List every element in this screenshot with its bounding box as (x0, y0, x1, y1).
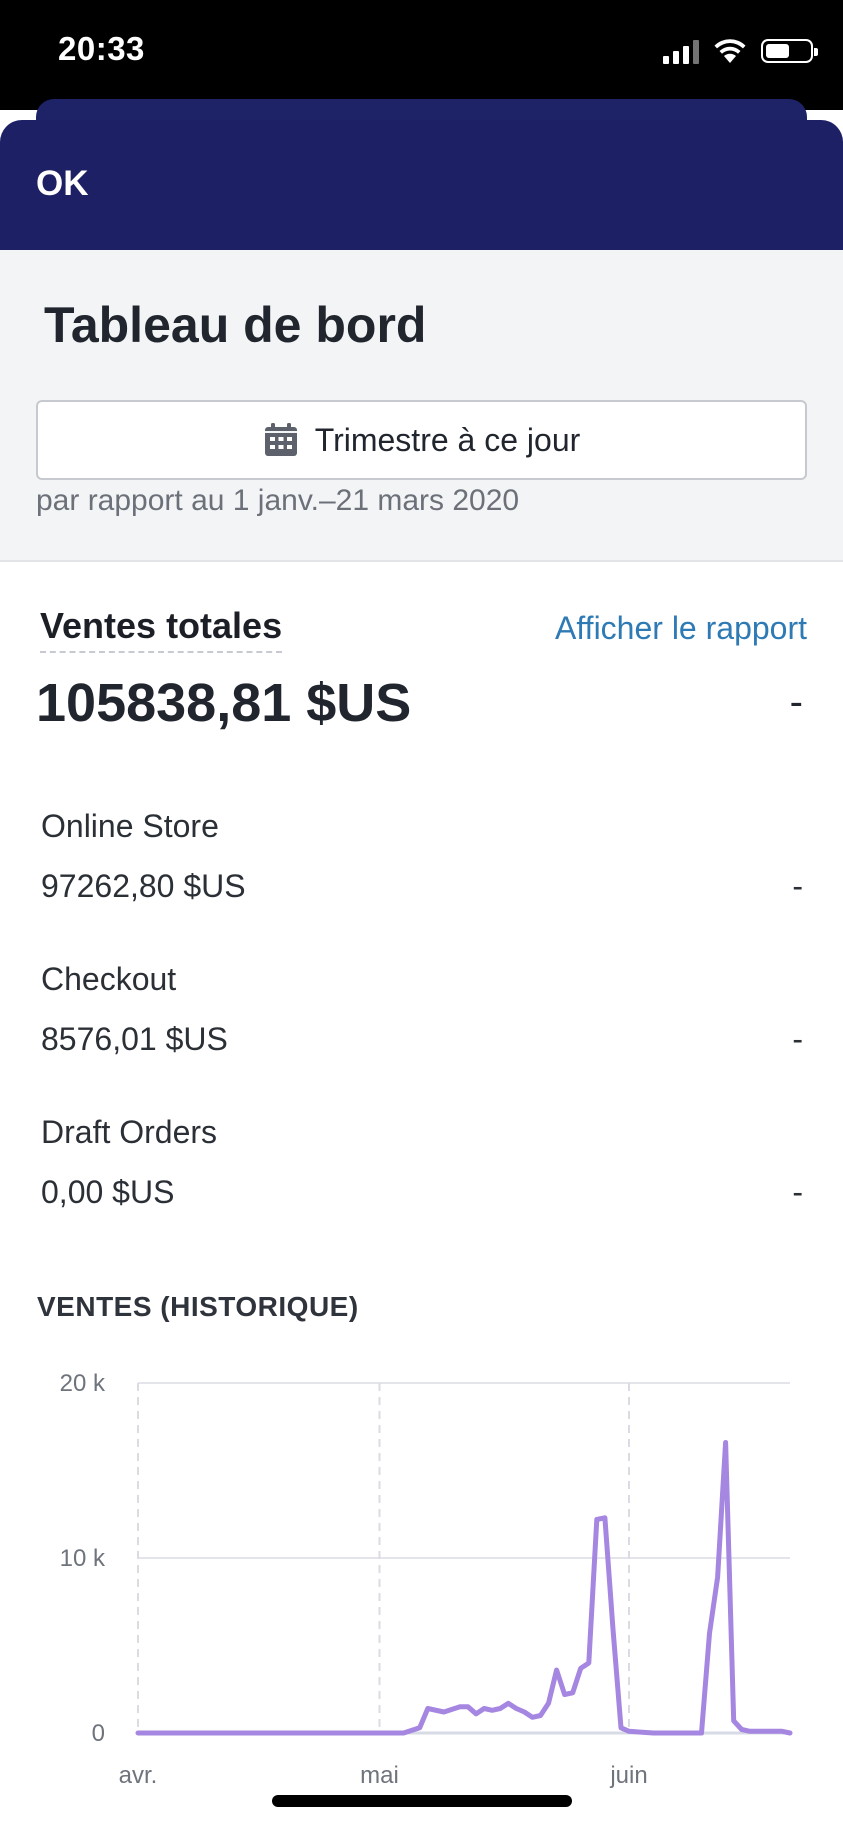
channel-change-checkout: - (792, 1021, 803, 1057)
comparison-text: par rapport au 1 janv.–21 mars 2020 (36, 484, 520, 517)
date-range-button[interactable]: Trimestre à ce jour (36, 400, 807, 480)
channel-name-online-store: Online Store (41, 808, 219, 844)
home-indicator (272, 1795, 572, 1807)
calendar-icon (264, 423, 297, 456)
x-tick-label: avr. (119, 1762, 158, 1789)
total-sales-value: 105838,81 $US (36, 673, 412, 733)
sales-history-chart: 20 k 10 k 0 avr. mai juin (60, 1370, 793, 1789)
channel-change-online-store: - (792, 868, 803, 904)
channel-value-checkout: 8576,01 $US (41, 1021, 228, 1057)
status-time: 20:33 (58, 30, 145, 67)
status-icons (663, 38, 818, 64)
status-bar: 20:33 (0, 0, 843, 110)
modal-header: OK (0, 120, 843, 250)
page-title: Tableau de bord (44, 297, 427, 353)
ok-button[interactable]: OK (36, 164, 89, 204)
y-tick-label: 20 k (60, 1370, 106, 1397)
sales-series-line (135, 1440, 793, 1736)
channel-name-checkout: Checkout (41, 961, 177, 997)
channel-change-draft-orders: - (792, 1174, 803, 1210)
channel-value-draft-orders: 0,00 $US (41, 1174, 175, 1210)
battery-icon (761, 39, 818, 63)
signal-icon (663, 38, 699, 64)
wifi-icon (714, 39, 746, 63)
x-tick-label: juin (609, 1762, 647, 1789)
y-tick-label: 10 k (60, 1545, 106, 1572)
total-sales-title[interactable]: Ventes totales (40, 605, 283, 653)
channel-value-online-store: 97262,80 $US (41, 868, 246, 904)
date-range-label: Trimestre à ce jour (314, 421, 581, 458)
sales-history-heading: VENTES (HISTORIQUE) (37, 1291, 359, 1322)
view-report-link[interactable]: Afficher le rapport (555, 610, 807, 647)
y-tick-label: 0 (92, 1720, 105, 1747)
dashboard-top-section: Tableau de bord Trimestre à ce jour par … (0, 250, 843, 562)
total-sales-change: - (789, 680, 803, 724)
channel-name-draft-orders: Draft Orders (41, 1114, 218, 1150)
x-tick-label: mai (360, 1762, 399, 1789)
